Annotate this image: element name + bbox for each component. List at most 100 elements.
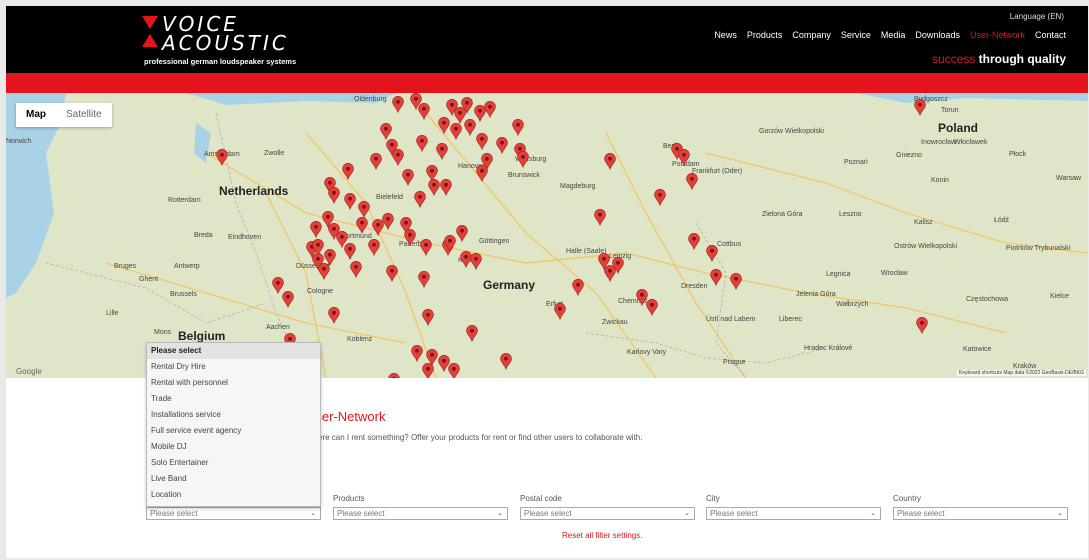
map-marker-icon[interactable] [448, 363, 460, 378]
map-marker-icon[interactable] [420, 239, 432, 256]
map-marker-icon[interactable] [282, 291, 294, 308]
map-marker-icon[interactable] [554, 303, 566, 320]
map-marker-icon[interactable] [604, 153, 616, 170]
map-marker-icon[interactable] [388, 373, 400, 378]
nav-item-products[interactable]: Products [747, 30, 783, 40]
dropdown-option[interactable]: Solo Entertainer [147, 455, 320, 471]
map-marker-icon[interactable] [572, 279, 584, 296]
nav-item-user-network[interactable]: User-Network [970, 30, 1025, 40]
user-network-map[interactable]: Map Satellite Netherlands Germany Poland… [6, 93, 1088, 378]
map-marker-icon[interactable] [646, 299, 658, 316]
language-selector[interactable]: Language (EN) [1010, 12, 1064, 21]
map-marker-icon[interactable] [356, 217, 368, 234]
reset-filters-link[interactable]: Reset all filter settings. [562, 531, 642, 540]
map-marker-icon[interactable] [318, 263, 330, 280]
map-marker-icon[interactable] [476, 165, 488, 182]
map-marker-icon[interactable] [464, 119, 476, 136]
map-marker-icon[interactable] [411, 345, 423, 362]
map-marker-icon[interactable] [688, 233, 700, 250]
map-marker-icon[interactable] [916, 317, 928, 334]
map-marker-icon[interactable] [914, 99, 926, 116]
map-marker-icon[interactable] [440, 179, 452, 196]
map-marker-icon[interactable] [382, 213, 394, 230]
map-marker-icon[interactable] [414, 191, 426, 208]
nav-item-service[interactable]: Service [841, 30, 871, 40]
map-marker-icon[interactable] [710, 269, 722, 286]
map-marker-icon[interactable] [706, 245, 718, 262]
map-marker-icon[interactable] [512, 119, 524, 136]
map-marker-icon[interactable] [484, 101, 496, 118]
map-marker-icon[interactable] [612, 257, 624, 274]
dropdown-option[interactable]: Full service event agency [147, 423, 320, 439]
map-marker-icon[interactable] [678, 149, 690, 166]
map-label-city: Cottbus [717, 241, 742, 248]
logo-triangle-icon [142, 16, 158, 29]
map-marker-icon[interactable] [470, 253, 482, 270]
map-marker-icon[interactable] [456, 225, 468, 242]
dropdown-option[interactable]: Mobile DJ [147, 439, 320, 455]
filter-select[interactable]: Please select ⌄ [706, 507, 881, 520]
filter-select-value: Please select [710, 509, 758, 518]
map-marker-icon[interactable] [404, 229, 416, 246]
nav-item-downloads[interactable]: Downloads [915, 30, 960, 40]
chevron-down-icon: ⌄ [1057, 510, 1063, 517]
dropdown-option[interactable]: Live Band [147, 471, 320, 487]
map-marker-icon[interactable] [594, 209, 606, 226]
nav-item-contact[interactable]: Contact [1035, 30, 1066, 40]
dropdown-option[interactable]: Location [147, 487, 320, 503]
map-marker-icon[interactable] [342, 163, 354, 180]
map-marker-icon[interactable] [418, 103, 430, 120]
map-marker-icon[interactable] [392, 96, 404, 113]
dropdown-option[interactable]: Rental Dry Hire [147, 359, 320, 375]
map-marker-icon[interactable] [500, 353, 512, 370]
map-marker-icon[interactable] [328, 307, 340, 324]
filter-select[interactable]: Please select ⌄ [520, 507, 695, 520]
map-marker-icon[interactable] [436, 143, 448, 160]
map-type-satellite-button[interactable]: Satellite [56, 103, 112, 127]
dropdown-option[interactable]: Rental with personnel [147, 375, 320, 391]
nav-item-media[interactable]: Media [881, 30, 906, 40]
dropdown-option[interactable]: Installations service [147, 407, 320, 423]
map-marker-icon[interactable] [686, 173, 698, 190]
map-marker-icon[interactable] [328, 187, 340, 204]
filter-select[interactable]: Please select ⌄ [146, 507, 321, 520]
map-attribution[interactable]: Keyboard shortcuts Map data ©2022 GeoBas… [956, 370, 1086, 376]
map-marker-icon[interactable] [517, 151, 529, 168]
map-marker-icon[interactable] [368, 239, 380, 256]
map-marker-icon[interactable] [730, 273, 742, 290]
map-label-city: Liberec [779, 316, 802, 323]
map-marker-icon[interactable] [380, 123, 392, 140]
map-marker-icon[interactable] [428, 179, 440, 196]
map-marker-icon[interactable] [461, 97, 473, 114]
nav-item-news[interactable]: News [714, 30, 737, 40]
map-type-map-button[interactable]: Map [16, 103, 56, 127]
map-marker-icon[interactable] [438, 117, 450, 134]
map-marker-icon[interactable] [386, 265, 398, 282]
nav-item-company[interactable]: Company [792, 30, 831, 40]
map-marker-icon[interactable] [450, 123, 462, 140]
dropdown-option[interactable]: Please select [147, 343, 320, 359]
map-marker-icon[interactable] [416, 135, 428, 152]
filter-select[interactable]: Please select ⌄ [333, 507, 508, 520]
map-marker-icon[interactable] [496, 137, 508, 154]
map-label-country: Netherlands [219, 184, 289, 198]
map-marker-icon[interactable] [422, 309, 434, 326]
map-marker-icon[interactable] [476, 133, 488, 150]
map-marker-icon[interactable] [216, 149, 228, 166]
map-marker-icon[interactable] [350, 261, 362, 278]
map-marker-icon[interactable] [344, 243, 356, 260]
filter-select[interactable]: Please select ⌄ [893, 507, 1068, 520]
map-marker-icon[interactable] [344, 193, 356, 210]
map-marker-icon[interactable] [654, 189, 666, 206]
map-marker-icon[interactable] [392, 149, 404, 166]
dropdown-option[interactable]: Trade [147, 391, 320, 407]
voice-acoustic-logo[interactable]: VOICE ACOUSTIC professional german louds… [142, 12, 342, 67]
map-marker-icon[interactable] [370, 153, 382, 170]
map-marker-icon[interactable] [444, 235, 456, 252]
map-marker-icon[interactable] [422, 363, 434, 378]
map-marker-icon[interactable] [466, 325, 478, 342]
map-marker-icon[interactable] [310, 221, 322, 238]
map-marker-icon[interactable] [418, 271, 430, 288]
map-marker-icon[interactable] [402, 169, 414, 186]
map-marker-icon[interactable] [358, 201, 370, 218]
